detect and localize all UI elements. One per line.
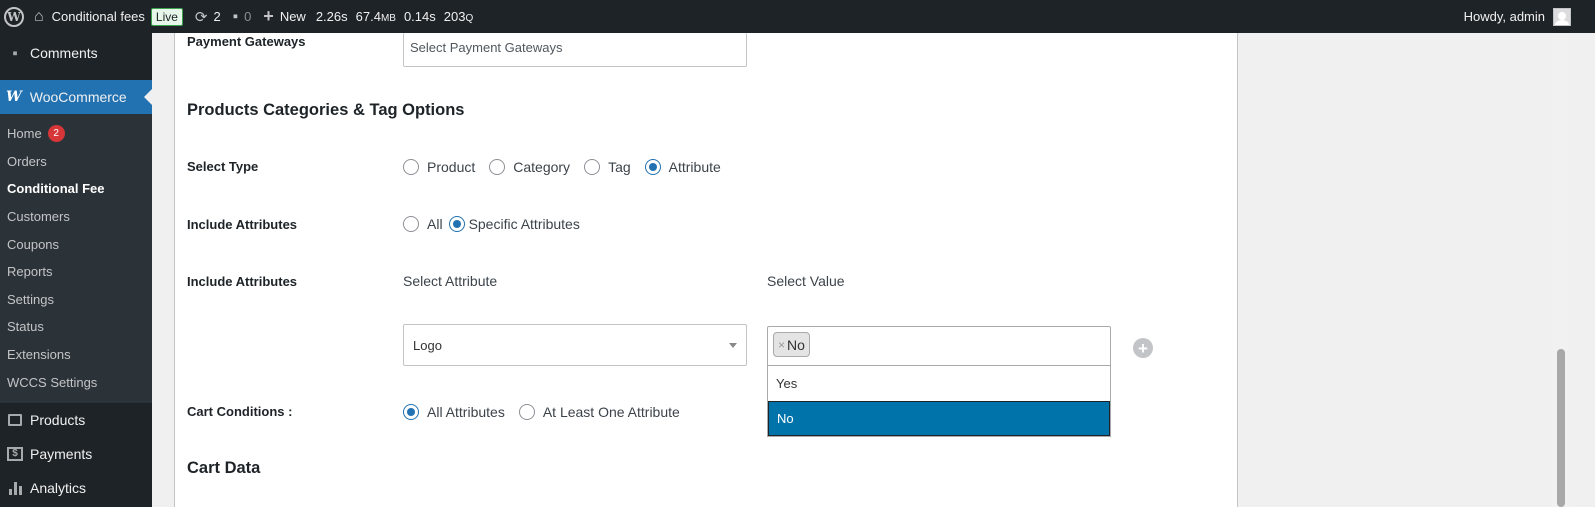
scrollbar-thumb[interactable] [1557,349,1565,507]
stat-time: 2.26s [315,9,348,24]
settings-panel: Payment Gateways Select Payment Gateways… [174,33,1238,507]
select-type-radio-group: Product Category Tag Attribute [403,159,735,175]
sidebar-item-coupons[interactable]: Coupons [0,230,152,258]
query-monitor-stats[interactable]: 2.26s 67.4MB 0.14s 203Q [312,0,479,33]
radio-specific-attributes[interactable] [448,216,465,232]
include-attributes-label: Include Attributes [187,217,298,232]
menu-woocommerce-label: WooCommerce [29,89,127,105]
selected-value-tag: × No [773,332,810,357]
comment-icon: ▪ [232,8,239,25]
sidebar-item-conditional-fee[interactable]: Conditional Fee [0,175,152,203]
products-icon [6,411,24,429]
my-account[interactable]: Howdy, admin [1463,7,1595,26]
menu-comments[interactable]: ▪ Comments [0,33,152,73]
live-badge: Live [150,7,183,26]
select-type-label: Select Type [187,159,259,174]
main-content: Payment Gateways Select Payment Gateways… [152,33,1595,507]
products-section-title: Products Categories & Tag Options [187,101,465,119]
analytics-icon [6,479,24,497]
sidebar-item-reports[interactable]: Reports [0,258,152,286]
plus-icon: + [263,6,274,26]
radio-tag[interactable] [584,159,601,175]
menu-payments-label: Payments [30,445,93,462]
menu-products[interactable]: Products [0,403,152,437]
menu-woocommerce[interactable]: W WooCommerce [0,80,152,114]
home-icon: ⌂ [34,7,44,25]
updates-count: 2 [213,9,221,24]
sidebar-item-orders[interactable]: Orders [0,148,152,176]
comment-icon: ▪ [12,44,18,62]
attribute-select[interactable]: Logo [403,324,747,366]
admin-sidebar: ▪ Comments W WooCommerce Home 2 Orders Co… [0,33,152,507]
admin-bar: W ⌂ Conditional fees Live ⟳ 2 ▪ 0 + New … [0,0,1595,33]
radio-all[interactable] [403,216,419,232]
sidebar-item-settings[interactable]: Settings [0,286,152,314]
payment-gateways-label: Payment Gateways [187,34,306,49]
value-dropdown: Yes No [767,366,1111,437]
howdy-greeting: Howdy, admin [1463,9,1545,24]
stat-memory: 67.4MB [355,9,396,24]
sidebar-item-home[interactable]: Home 2 [0,120,152,148]
select-attribute-heading: Select Attribute [403,273,498,289]
refresh-icon: ⟳ [194,8,208,26]
new-content-link[interactable]: + New [257,0,312,33]
radio-attribute[interactable] [644,159,661,175]
radio-all-attributes[interactable] [403,404,419,420]
page-scrollbar[interactable] [1552,33,1569,507]
comments-link[interactable]: ▪ 0 [227,0,258,33]
value-multiselect[interactable]: × No [767,326,1111,366]
stat-queries: 203Q [443,9,474,24]
payments-icon: $ [6,445,24,463]
dropdown-option-yes[interactable]: Yes [768,366,1110,401]
cart-conditions-radio-group: All Attributes At Least One Attribute [403,404,694,420]
cart-data-title: Cart Data [187,459,261,477]
home-badge: 2 [47,125,65,143]
menu-analytics[interactable]: Analytics [0,471,152,505]
chevron-down-icon [729,343,737,348]
dropdown-option-no[interactable]: No [768,401,1110,436]
woocommerce-submenu: Home 2 Orders Conditional Fee Customers C… [0,114,152,403]
site-name: Conditional fees [51,9,145,24]
stat-db-time: 0.14s [403,9,436,24]
menu-payments[interactable]: $ Payments [0,437,152,471]
wordpress-logo-icon[interactable]: W [0,0,28,33]
menu-analytics-label: Analytics [30,479,87,496]
radio-product[interactable] [403,159,419,175]
site-name-link[interactable]: ⌂ Conditional fees Live [28,0,189,33]
payment-gateways-select[interactable]: Select Payment Gateways [403,33,747,67]
sidebar-item-customers[interactable]: Customers [0,203,152,231]
woocommerce-icon: W [6,89,22,105]
avatar [1553,7,1571,26]
attribute-select-value: Logo [413,338,442,353]
radio-category[interactable] [489,159,506,175]
add-row-icon[interactable]: + [1133,338,1153,358]
include-attributes-label-2: Include Attributes [187,274,298,289]
updates-link[interactable]: ⟳ 2 [189,0,227,33]
payment-gateways-placeholder: Select Payment Gateways [410,40,563,55]
menu-products-label: Products [30,411,86,428]
radio-at-least-one-attribute[interactable] [518,404,535,420]
sidebar-item-extensions[interactable]: Extensions [0,341,152,369]
menu-comments-label: Comments [30,45,98,61]
include-attributes-radio-group: All Specific Attributes [403,216,594,232]
sidebar-item-status[interactable]: Status [0,313,152,341]
sidebar-item-wccs-settings[interactable]: WCCS Settings [0,368,152,396]
new-label: New [279,9,306,24]
comments-count: 0 [244,9,252,24]
cart-conditions-label: Cart Conditions : [187,404,293,419]
select-value-heading: Select Value [767,273,845,289]
remove-tag-icon[interactable]: × [778,338,785,352]
